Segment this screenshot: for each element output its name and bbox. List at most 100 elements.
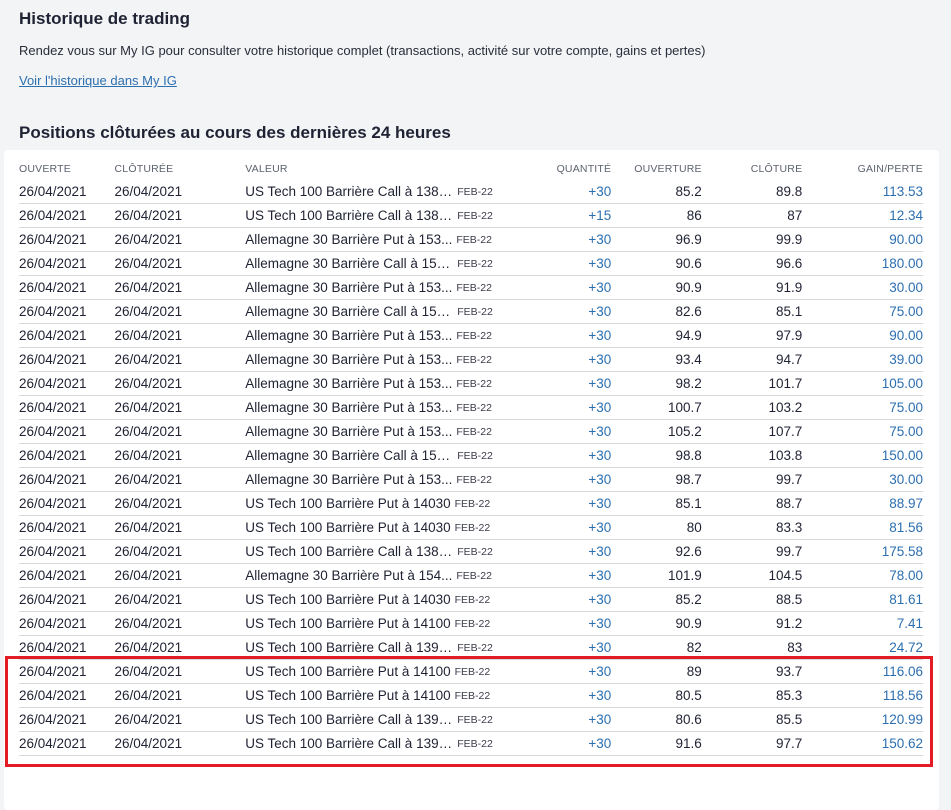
open-level: 91.6: [611, 731, 702, 756]
column-header-closed[interactable]: CLÔTURÉE: [115, 158, 246, 180]
opened-date: 26/04/2021: [19, 180, 115, 204]
open-level: 92.6: [611, 539, 702, 564]
expiry-label: FEB-22: [456, 425, 492, 438]
table-row[interactable]: 26/04/2021 26/04/2021 Allemagne 30 Barrièr…: [19, 275, 923, 300]
market-cell[interactable]: US Tech 100 Barrière Call à 13840 FEB-22: [245, 203, 532, 228]
market-cell[interactable]: Allemagne 30 Barrière Put à 153... FEB-22: [245, 227, 532, 252]
market-name: Allemagne 30 Barrière Call à 152...: [245, 256, 454, 272]
table-row[interactable]: 26/04/2021 26/04/2021 Allemagne 30 Barrièr…: [19, 251, 923, 276]
table-row[interactable]: 26/04/2021 26/04/2021 US Tech 100 Barrière…: [19, 635, 923, 660]
column-header-profit-loss[interactable]: GAIN/PERTE: [802, 158, 923, 180]
expiry-label: FEB-22: [456, 473, 492, 486]
closed-date: 26/04/2021: [114, 563, 246, 588]
closed-date: 26/04/2021: [114, 275, 246, 300]
open-level: 80.6: [611, 707, 702, 732]
table-row[interactable]: 26/04/2021 26/04/2021 Allemagne 30 Barrièr…: [19, 299, 923, 324]
closed-positions-table: OUVERTE CLÔTURÉE VALEUR QUANTITÉ OUVERTU…: [19, 158, 923, 756]
opened-date: 26/04/2021: [19, 275, 115, 300]
table-row[interactable]: 26/04/2021 26/04/2021 Allemagne 30 Barrièr…: [19, 563, 923, 588]
market-cell[interactable]: Allemagne 30 Barrière Put à 153... FEB-22: [245, 419, 532, 444]
closed-date: 26/04/2021: [114, 371, 246, 396]
close-level: 99.7: [701, 539, 803, 564]
quantity: +30: [531, 635, 612, 660]
market-cell[interactable]: US Tech 100 Barrière Put à 14100 FEB-22: [245, 611, 532, 636]
market-name: US Tech 100 Barrière Call à 13860: [245, 544, 454, 560]
market-cell[interactable]: US Tech 100 Barrière Put à 14100 FEB-22: [245, 659, 532, 684]
closed-date: 26/04/2021: [114, 491, 246, 516]
quantity: +30: [531, 515, 612, 540]
table-row[interactable]: 26/04/2021 26/04/2021 US Tech 100 Barrière…: [19, 539, 923, 564]
table-row[interactable]: 26/04/2021 26/04/2021 US Tech 100 Barrière…: [19, 515, 923, 540]
market-cell[interactable]: US Tech 100 Barrière Put à 14030 FEB-22: [245, 491, 532, 516]
market-cell[interactable]: Allemagne 30 Barrière Put à 154... FEB-22: [245, 563, 532, 588]
profit-loss: 105.00: [802, 371, 923, 396]
opened-date: 26/04/2021: [19, 635, 115, 660]
column-header-opened[interactable]: OUVERTE: [19, 158, 115, 180]
market-cell[interactable]: Allemagne 30 Barrière Put à 153... FEB-22: [245, 467, 532, 492]
table-row[interactable]: 26/04/2021 26/04/2021 US Tech 100 Barrière…: [19, 611, 923, 636]
market-cell[interactable]: US Tech 100 Barrière Put à 14100 FEB-22: [245, 683, 532, 708]
closed-date: 26/04/2021: [114, 731, 246, 756]
market-cell[interactable]: Allemagne 30 Barrière Put à 153... FEB-22: [245, 347, 532, 372]
table-row[interactable]: 26/04/2021 26/04/2021 Allemagne 30 Barrièr…: [19, 467, 923, 492]
table-row[interactable]: 26/04/2021 26/04/2021 Allemagne 30 Barrièr…: [19, 227, 923, 252]
open-level: 85.1: [611, 491, 702, 516]
opened-date: 26/04/2021: [19, 659, 115, 684]
trading-history-description: Rendez vous sur My IG pour consulter vot…: [19, 43, 706, 58]
opened-date: 26/04/2021: [19, 443, 115, 468]
table-row[interactable]: 26/04/2021 26/04/2021 US Tech 100 Barrière…: [19, 180, 923, 204]
market-cell[interactable]: US Tech 100 Barrière Call à 13940 FEB-22: [245, 731, 532, 756]
table-row[interactable]: 26/04/2021 26/04/2021 US Tech 100 Barrière…: [19, 707, 923, 732]
column-header-market[interactable]: VALEUR: [245, 158, 532, 180]
market-cell[interactable]: Allemagne 30 Barrière Put à 153... FEB-22: [245, 395, 532, 420]
expiry-label: FEB-22: [457, 449, 493, 462]
column-header-open-level[interactable]: OUVERTURE: [611, 158, 702, 180]
table-row[interactable]: 26/04/2021 26/04/2021 US Tech 100 Barrière…: [19, 587, 923, 612]
column-header-close-level[interactable]: CLÔTURE: [702, 158, 803, 180]
market-cell[interactable]: Allemagne 30 Barrière Put à 153... FEB-22: [245, 323, 532, 348]
market-name: US Tech 100 Barrière Put à 14100: [245, 616, 451, 632]
open-level: 101.9: [611, 563, 702, 588]
market-cell[interactable]: US Tech 100 Barrière Put à 14030 FEB-22: [245, 587, 532, 612]
market-cell[interactable]: Allemagne 30 Barrière Call à 152... FEB-2…: [245, 299, 532, 324]
close-level: 88.5: [701, 587, 803, 612]
market-cell[interactable]: US Tech 100 Barrière Call à 13940 FEB-22: [245, 707, 532, 732]
market-cell[interactable]: Allemagne 30 Barrière Call à 151... FEB-2…: [245, 443, 532, 468]
closed-positions-title: Positions clôturées au cours des dernièr…: [19, 123, 451, 142]
market-cell[interactable]: Allemagne 30 Barrière Put à 153... FEB-22: [245, 371, 532, 396]
table-row[interactable]: 26/04/2021 26/04/2021 US Tech 100 Barrière…: [19, 659, 923, 684]
column-header-quantity[interactable]: QUANTITÉ: [532, 158, 611, 180]
market-name: Allemagne 30 Barrière Put à 153...: [245, 232, 453, 248]
opened-date: 26/04/2021: [19, 491, 115, 516]
table-row[interactable]: 26/04/2021 26/04/2021 Allemagne 30 Barrièr…: [19, 371, 923, 396]
table-row[interactable]: 26/04/2021 26/04/2021 Allemagne 30 Barrièr…: [19, 395, 923, 420]
profit-loss: 180.00: [802, 251, 923, 276]
table-row[interactable]: 26/04/2021 26/04/2021 Allemagne 30 Barrièr…: [19, 323, 923, 348]
table-row[interactable]: 26/04/2021 26/04/2021 Allemagne 30 Barrièr…: [19, 443, 923, 468]
table-row[interactable]: 26/04/2021 26/04/2021 Allemagne 30 Barrièr…: [19, 347, 923, 372]
market-cell[interactable]: US Tech 100 Barrière Put à 14030 FEB-22: [245, 515, 532, 540]
open-level: 85.2: [611, 180, 702, 204]
close-level: 87: [701, 203, 803, 228]
close-level: 107.7: [701, 419, 803, 444]
table-row[interactable]: 26/04/2021 26/04/2021 US Tech 100 Barrière…: [19, 491, 923, 516]
opened-date: 26/04/2021: [19, 203, 115, 228]
market-cell[interactable]: US Tech 100 Barrière Call à 13850 FEB-22: [245, 180, 532, 204]
closed-date: 26/04/2021: [114, 323, 246, 348]
market-cell[interactable]: US Tech 100 Barrière Call à 13860 FEB-22: [245, 539, 532, 564]
table-row[interactable]: 26/04/2021 26/04/2021 US Tech 100 Barrière…: [19, 731, 923, 756]
profit-loss: 39.00: [802, 347, 923, 372]
open-level: 93.4: [611, 347, 702, 372]
table-row[interactable]: 26/04/2021 26/04/2021 US Tech 100 Barrière…: [19, 683, 923, 708]
quantity: +30: [531, 587, 612, 612]
table-row[interactable]: 26/04/2021 26/04/2021 Allemagne 30 Barrièr…: [19, 419, 923, 444]
table-row[interactable]: 26/04/2021 26/04/2021 US Tech 100 Barrière…: [19, 203, 923, 228]
market-cell[interactable]: Allemagne 30 Barrière Call à 152... FEB-2…: [245, 251, 532, 276]
market-cell[interactable]: US Tech 100 Barrière Call à 13910 FEB-22: [245, 635, 532, 660]
quantity: +30: [531, 731, 612, 756]
close-level: 103.2: [701, 395, 803, 420]
close-level: 93.7: [701, 659, 803, 684]
closed-date: 26/04/2021: [114, 419, 246, 444]
view-history-link[interactable]: Voir l'historique dans My IG: [19, 73, 177, 88]
market-cell[interactable]: Allemagne 30 Barrière Put à 153... FEB-22: [245, 275, 532, 300]
